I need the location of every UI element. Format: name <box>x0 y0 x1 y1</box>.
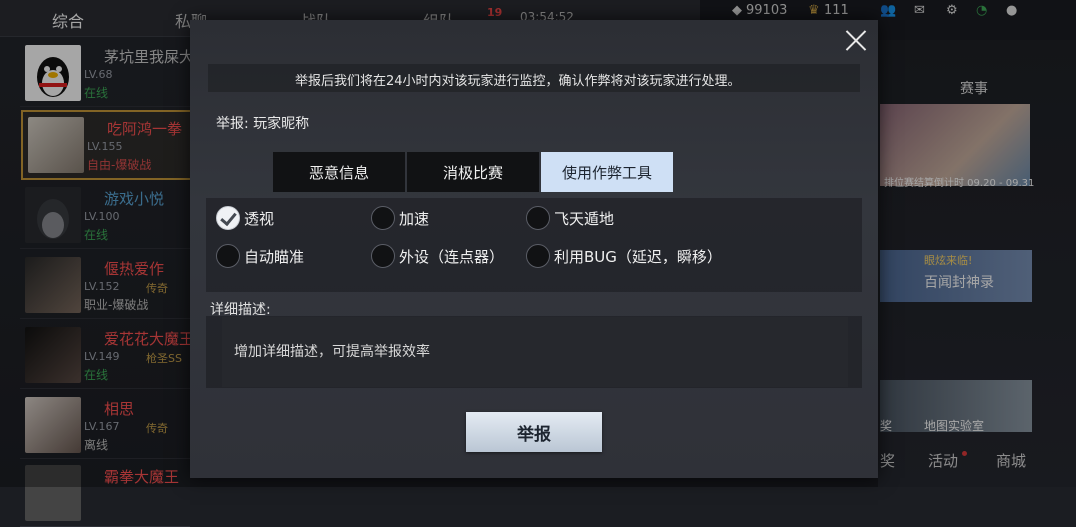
option-label: 自动瞄准 <box>244 247 305 266</box>
option-peripheral[interactable]: 外设（连点器） <box>371 243 504 269</box>
option-label: 透视 <box>244 209 275 228</box>
report-target: 举报: 玩家昵称 <box>216 116 310 132</box>
checkbox-icon[interactable] <box>371 244 395 268</box>
option-label: 加速 <box>399 209 430 228</box>
option-label: 飞天遁地 <box>554 209 615 228</box>
tab-abusive-content[interactable]: 恶意信息 <box>273 152 405 192</box>
report-submit-button[interactable]: 举报 <box>466 412 602 452</box>
checkbox-icon[interactable] <box>216 244 240 268</box>
tab-negative-play[interactable]: 消极比赛 <box>407 152 539 192</box>
option-bug-exploit[interactable]: 利用BUG（延迟，瞬移） <box>526 243 722 269</box>
option-flying[interactable]: 飞天遁地 <box>526 205 614 231</box>
tab-cheating-tools[interactable]: 使用作弊工具 <box>541 152 673 192</box>
detail-description-input[interactable] <box>222 317 848 387</box>
checkbox-icon[interactable] <box>526 206 550 230</box>
option-speedhack[interactable]: 加速 <box>371 205 429 231</box>
option-aimbot[interactable]: 自动瞄准 <box>216 243 304 269</box>
checkbox-icon[interactable] <box>371 206 395 230</box>
checkbox-icon[interactable] <box>526 244 550 268</box>
checkbox-checked-icon[interactable] <box>216 206 240 230</box>
option-label: 外设（连点器） <box>399 247 505 266</box>
option-wallhack[interactable]: 透视 <box>216 205 274 231</box>
option-label: 利用BUG（延迟，瞬移） <box>554 247 722 266</box>
dialog-header <box>190 20 878 64</box>
report-dialog: 举报后我们将在24小时内对该玩家进行监控，确认作弊将对该玩家进行处理。 举报: … <box>190 20 878 478</box>
report-notice: 举报后我们将在24小时内对该玩家进行监控，确认作弊将对该玩家进行处理。 <box>295 74 741 89</box>
close-icon[interactable] <box>844 28 868 52</box>
